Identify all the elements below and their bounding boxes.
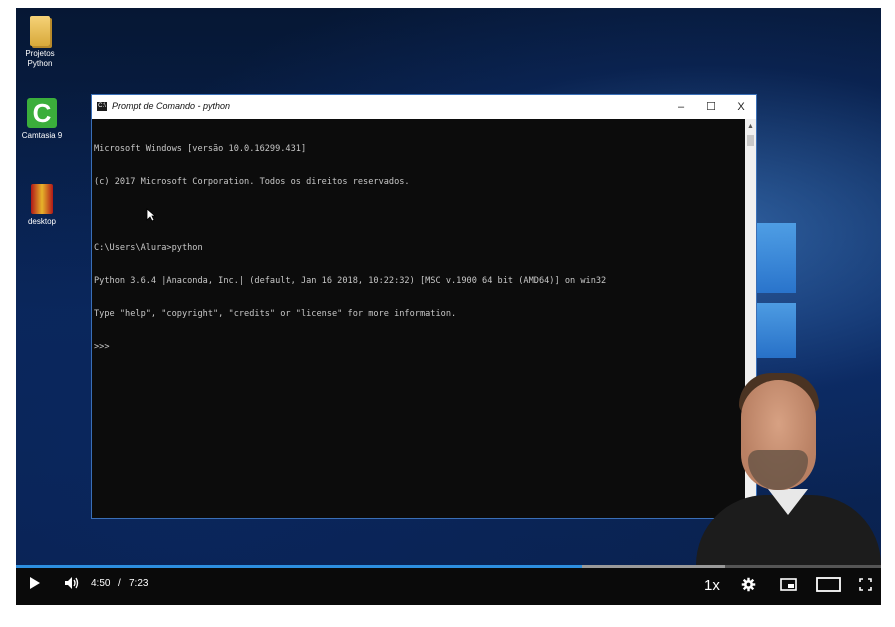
- console-output[interactable]: Microsoft Windows [versão 10.0.16299.431…: [94, 122, 744, 516]
- time-separator: /: [118, 578, 121, 589]
- console-line: Type "help", "copyright", "credits" or "…: [94, 309, 457, 319]
- scrollbar-thumb[interactable]: [747, 135, 754, 146]
- console-line: (c) 2017 Microsoft Corporation. Todos os…: [94, 177, 410, 187]
- console-line: Microsoft Windows [versão 10.0.16299.431…: [94, 144, 307, 154]
- console-line: C:\Users\Alura>python: [94, 243, 203, 253]
- winrar-archive-icon: [31, 184, 53, 214]
- desktop-icon-label: Projetos: [25, 49, 55, 58]
- progress-bar[interactable]: [16, 565, 881, 568]
- desktop-icon-projetos-python[interactable]: Projetos Python: [16, 16, 70, 69]
- progress-played: [16, 565, 582, 568]
- scroll-up-arrow-icon[interactable]: ▲: [745, 123, 756, 130]
- miniplayer-icon[interactable]: [780, 578, 797, 591]
- console-line: ​: [94, 210, 744, 221]
- video-frame-desktop: Projetos Python C Camtasia 9 desktop C:\…: [16, 8, 881, 565]
- desktop-icon-label: Camtasia 9: [21, 131, 63, 140]
- camtasia-icon: C: [27, 98, 57, 128]
- presenter-webcam-overlay: [686, 370, 881, 565]
- folder-icon: [30, 16, 50, 46]
- desktop-icon-camtasia[interactable]: C Camtasia 9: [16, 98, 72, 141]
- volume-icon[interactable]: [64, 576, 80, 590]
- windows-logo-lower-pane: [756, 303, 796, 358]
- windows-logo-upper-pane: [756, 223, 796, 293]
- desktop-icon-desktop[interactable]: desktop: [16, 184, 72, 227]
- total-duration: 7:23: [129, 578, 149, 589]
- player-control-bar: 4:50 / 7:23 1x: [16, 565, 881, 605]
- window-title-bar[interactable]: C:\ Prompt de Comando - python – ☐ X: [92, 95, 756, 119]
- close-button[interactable]: X: [726, 95, 756, 119]
- maximize-button[interactable]: ☐: [696, 95, 726, 119]
- minimize-button[interactable]: –: [666, 95, 696, 119]
- fullscreen-icon[interactable]: [859, 578, 872, 591]
- desktop-icon-label: desktop: [27, 217, 57, 226]
- console-line: Python 3.6.4 |Anaconda, Inc.| (default, …: [94, 276, 607, 286]
- mouse-pointer-icon: [146, 208, 156, 222]
- console-prompt: >>>: [94, 342, 110, 352]
- settings-gear-icon[interactable]: [741, 577, 756, 592]
- desktop-icon-label: Python: [27, 59, 53, 68]
- video-player[interactable]: Projetos Python C Camtasia 9 desktop C:\…: [16, 8, 881, 605]
- window-title: Prompt de Comando - python: [112, 101, 231, 111]
- playback-speed-button[interactable]: 1x: [704, 577, 720, 594]
- current-time: 4:50: [91, 578, 111, 589]
- theater-mode-icon[interactable]: [816, 577, 841, 592]
- command-prompt-icon: C:\: [97, 102, 107, 111]
- command-prompt-window[interactable]: C:\ Prompt de Comando - python – ☐ X Mic…: [91, 94, 757, 519]
- play-button[interactable]: [30, 577, 40, 589]
